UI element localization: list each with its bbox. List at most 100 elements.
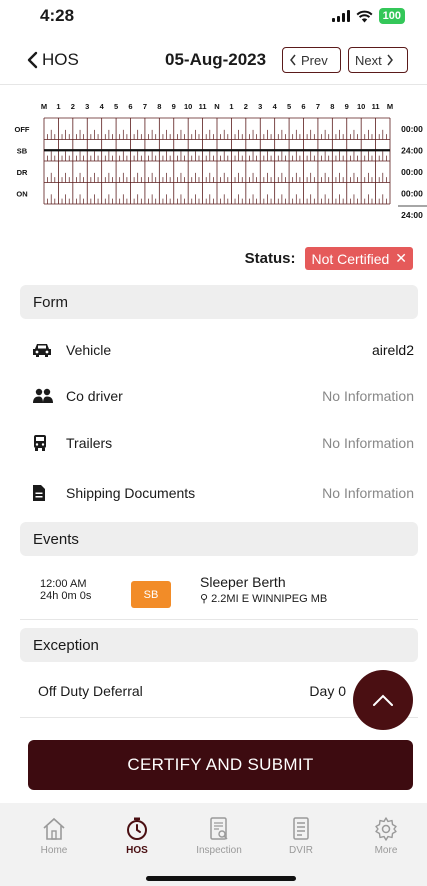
back-button[interactable]: HOS xyxy=(26,50,79,70)
form-row-label: Shipping Documents xyxy=(66,485,196,501)
status-label: Status: xyxy=(244,250,296,267)
status-badge[interactable]: Not Certified ✕ xyxy=(305,247,413,270)
hour-label: 8 xyxy=(157,102,161,111)
scroll-top-button[interactable] xyxy=(353,670,413,730)
clock: 4:28 xyxy=(40,6,75,25)
certification-status: Status: Not Certified ✕ xyxy=(245,247,413,270)
event-time-block: 12:00 AM 24h 0m 0s xyxy=(40,578,91,602)
event-status-badge: SB xyxy=(131,581,171,608)
row-total: 00:00 xyxy=(401,124,423,134)
hour-label: 2 xyxy=(71,102,75,111)
next-day-button[interactable]: Next xyxy=(348,47,408,73)
chevron-left-icon xyxy=(27,51,38,69)
home-icon xyxy=(43,817,65,840)
form-row-value: No Information xyxy=(322,485,414,501)
hour-label: 3 xyxy=(258,102,262,111)
form-row-label: Vehicle xyxy=(66,342,112,358)
stopwatch-icon xyxy=(127,817,147,840)
battery-icon: 100 xyxy=(378,8,405,24)
hour-label: 10 xyxy=(357,102,365,111)
event-location-text: 2.2MI E WINNIPEG MB xyxy=(211,593,328,605)
chevron-right-icon xyxy=(387,54,393,66)
form-row-label: Co driver xyxy=(66,388,123,404)
exception-section-header: Exception xyxy=(20,628,418,662)
tab-hos[interactable]: HOS xyxy=(107,816,167,856)
tab-dvir[interactable]: DVIR xyxy=(271,816,331,856)
chevron-up-icon xyxy=(373,694,393,706)
truck-icon xyxy=(34,435,46,451)
form-row-trailers[interactable]: Trailers No Information xyxy=(20,428,418,458)
hour-label: 11 xyxy=(199,102,207,111)
tab-home[interactable]: Home xyxy=(24,816,84,856)
hour-label: 6 xyxy=(301,102,305,111)
row-label: DR xyxy=(17,168,28,177)
form-row-shipping-documents[interactable]: Shipping Documents No Information xyxy=(20,478,418,508)
hour-label: M xyxy=(41,102,47,111)
prev-label: Prev xyxy=(301,52,328,68)
back-label: HOS xyxy=(42,50,79,69)
graph-canvas: M 1 2 3 4 5 6 7 8 9 10 11 N 1 2 3 4 5 6 7 8 9 10 11 MOFF 00:00SB 2… xyxy=(15,102,427,220)
hour-label: N xyxy=(214,102,219,111)
hour-label: 5 xyxy=(114,102,118,111)
event-item[interactable]: 12:00 AM 24h 0m 0s SB Sleeper Berth ⚲ 2.… xyxy=(20,568,418,618)
tab-label: Inspection xyxy=(196,845,242,856)
hour-label: 10 xyxy=(184,102,192,111)
home-indicator xyxy=(146,876,296,881)
prev-day-button[interactable]: Prev xyxy=(282,47,341,73)
tab-label: More xyxy=(374,845,398,856)
hour-label: 11 xyxy=(372,102,380,111)
exception-label: Off Duty Deferral xyxy=(38,683,143,699)
form-section-header: Form xyxy=(20,285,418,319)
status-bar: 4:28 100 xyxy=(0,0,427,34)
hour-label: 2 xyxy=(244,102,248,111)
close-icon: ✕ xyxy=(395,250,407,266)
hour-label: 6 xyxy=(128,102,132,111)
tab-label: HOS xyxy=(126,845,148,856)
hour-label: 8 xyxy=(330,102,334,111)
hour-label: 1 xyxy=(56,102,60,111)
row-label: OFF xyxy=(15,125,30,134)
tab-more[interactable]: More xyxy=(356,816,416,856)
next-label: Next xyxy=(355,52,382,68)
status-badge-text: Not Certified xyxy=(311,250,390,267)
row-total: 00:00 xyxy=(401,167,423,177)
car-icon xyxy=(33,344,51,357)
wifi-icon xyxy=(356,10,373,22)
top-nav: HOS 05-Aug-2023 Prev Next xyxy=(0,42,427,82)
row-total: 24:00 xyxy=(401,145,423,155)
form-row-value: No Information xyxy=(322,435,414,451)
form-row-co-driver[interactable]: Co driver No Information xyxy=(20,381,418,411)
event-type: Sleeper Berth xyxy=(200,574,286,590)
duty-status-graph: M 1 2 3 4 5 6 7 8 9 10 11 N 1 2 3 4 5 6 7 8 9 10 11 M OFF 00:00 SB 2… xyxy=(0,96,427,236)
event-location: ⚲ 2.2MI E WINNIPEG MB xyxy=(200,592,327,605)
document-icon xyxy=(33,485,45,501)
log-date: 05-Aug-2023 xyxy=(165,50,267,69)
location-pin-icon: ⚲ xyxy=(200,593,209,605)
grand-total: 24:00 xyxy=(401,210,423,220)
hour-label: 4 xyxy=(100,102,105,111)
tab-inspection[interactable]: Inspection xyxy=(189,816,249,856)
status-icons: 100 xyxy=(331,8,405,24)
hour-label: 9 xyxy=(172,102,176,111)
certify-submit-button[interactable]: CERTIFY AND SUBMIT xyxy=(28,740,413,790)
hour-label: 3 xyxy=(85,102,89,111)
tab-label: Home xyxy=(40,845,68,856)
form-row-label: Trailers xyxy=(66,435,113,451)
row-label: ON xyxy=(16,189,27,198)
event-duration: 24h 0m 0s xyxy=(40,590,92,602)
gear-icon xyxy=(375,817,397,841)
row-label: SB xyxy=(17,146,28,155)
row-total: 00:00 xyxy=(401,188,423,198)
hour-label: 7 xyxy=(143,102,147,111)
hour-label: 4 xyxy=(273,102,278,111)
chevron-left-icon xyxy=(290,54,296,66)
signal-icon xyxy=(331,10,350,22)
tab-bar: Home HOS Inspection DVIR More xyxy=(0,803,427,886)
form-row-vehicle[interactable]: Vehicle aireld2 xyxy=(20,335,418,365)
divider xyxy=(0,84,427,85)
hour-label: 5 xyxy=(287,102,291,111)
dvir-icon xyxy=(293,817,309,840)
hour-label: 1 xyxy=(229,102,233,111)
tab-label: DVIR xyxy=(289,845,313,856)
form-row-value: aireld2 xyxy=(371,342,414,358)
